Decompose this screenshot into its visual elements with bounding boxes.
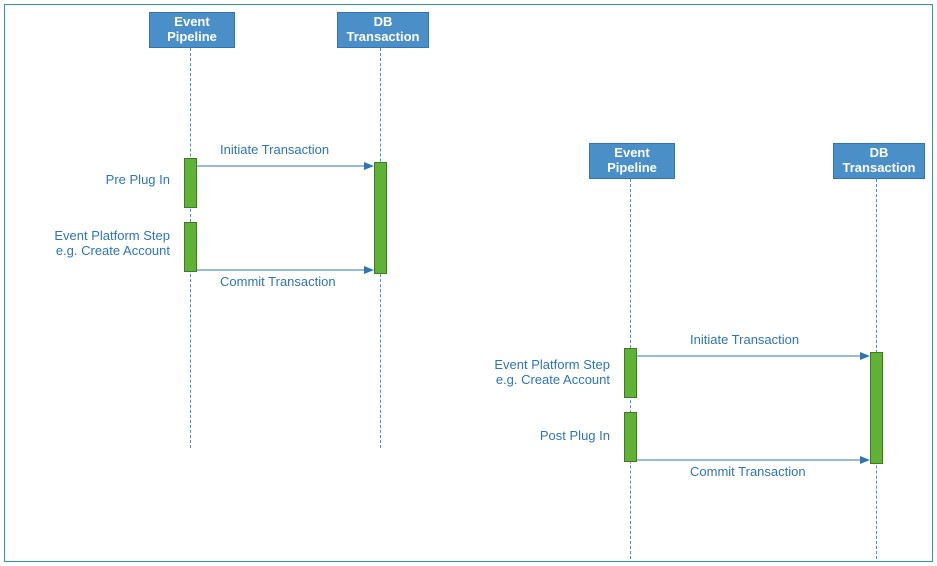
right-label-step-line2: e.g. Create Account xyxy=(496,372,610,387)
left-arrow-initiate xyxy=(196,162,374,172)
right-activation-db xyxy=(870,352,883,464)
right-arrow-initiate xyxy=(636,352,870,362)
left-label-pre: Pre Plug In xyxy=(20,172,170,187)
left-label-step-line2: e.g. Create Account xyxy=(56,243,170,258)
left-activation-db xyxy=(374,162,387,274)
right-pipeline-header: EventPipeline xyxy=(589,143,675,179)
left-msg-initiate: Initiate Transaction xyxy=(220,142,329,157)
left-label-step: Event Platform Step e.g. Create Account xyxy=(20,228,170,258)
left-activation-step xyxy=(184,222,197,272)
right-activation-post xyxy=(624,412,637,462)
right-msg-initiate: Initiate Transaction xyxy=(690,332,799,347)
left-msg-commit: Commit Transaction xyxy=(220,274,336,289)
right-db-header: DBTransaction xyxy=(833,143,925,179)
left-db-header: DBTransaction xyxy=(337,12,429,48)
right-label-post: Post Plug In xyxy=(460,428,610,443)
left-arrow-commit xyxy=(196,266,374,276)
right-label-step-line1: Event Platform Step xyxy=(494,357,610,372)
right-msg-commit: Commit Transaction xyxy=(690,464,806,479)
right-arrow-commit xyxy=(636,456,870,466)
right-label-step: Event Platform Step e.g. Create Account xyxy=(460,357,610,387)
left-label-step-line1: Event Platform Step xyxy=(54,228,170,243)
left-pipeline-header: EventPipeline xyxy=(149,12,235,48)
